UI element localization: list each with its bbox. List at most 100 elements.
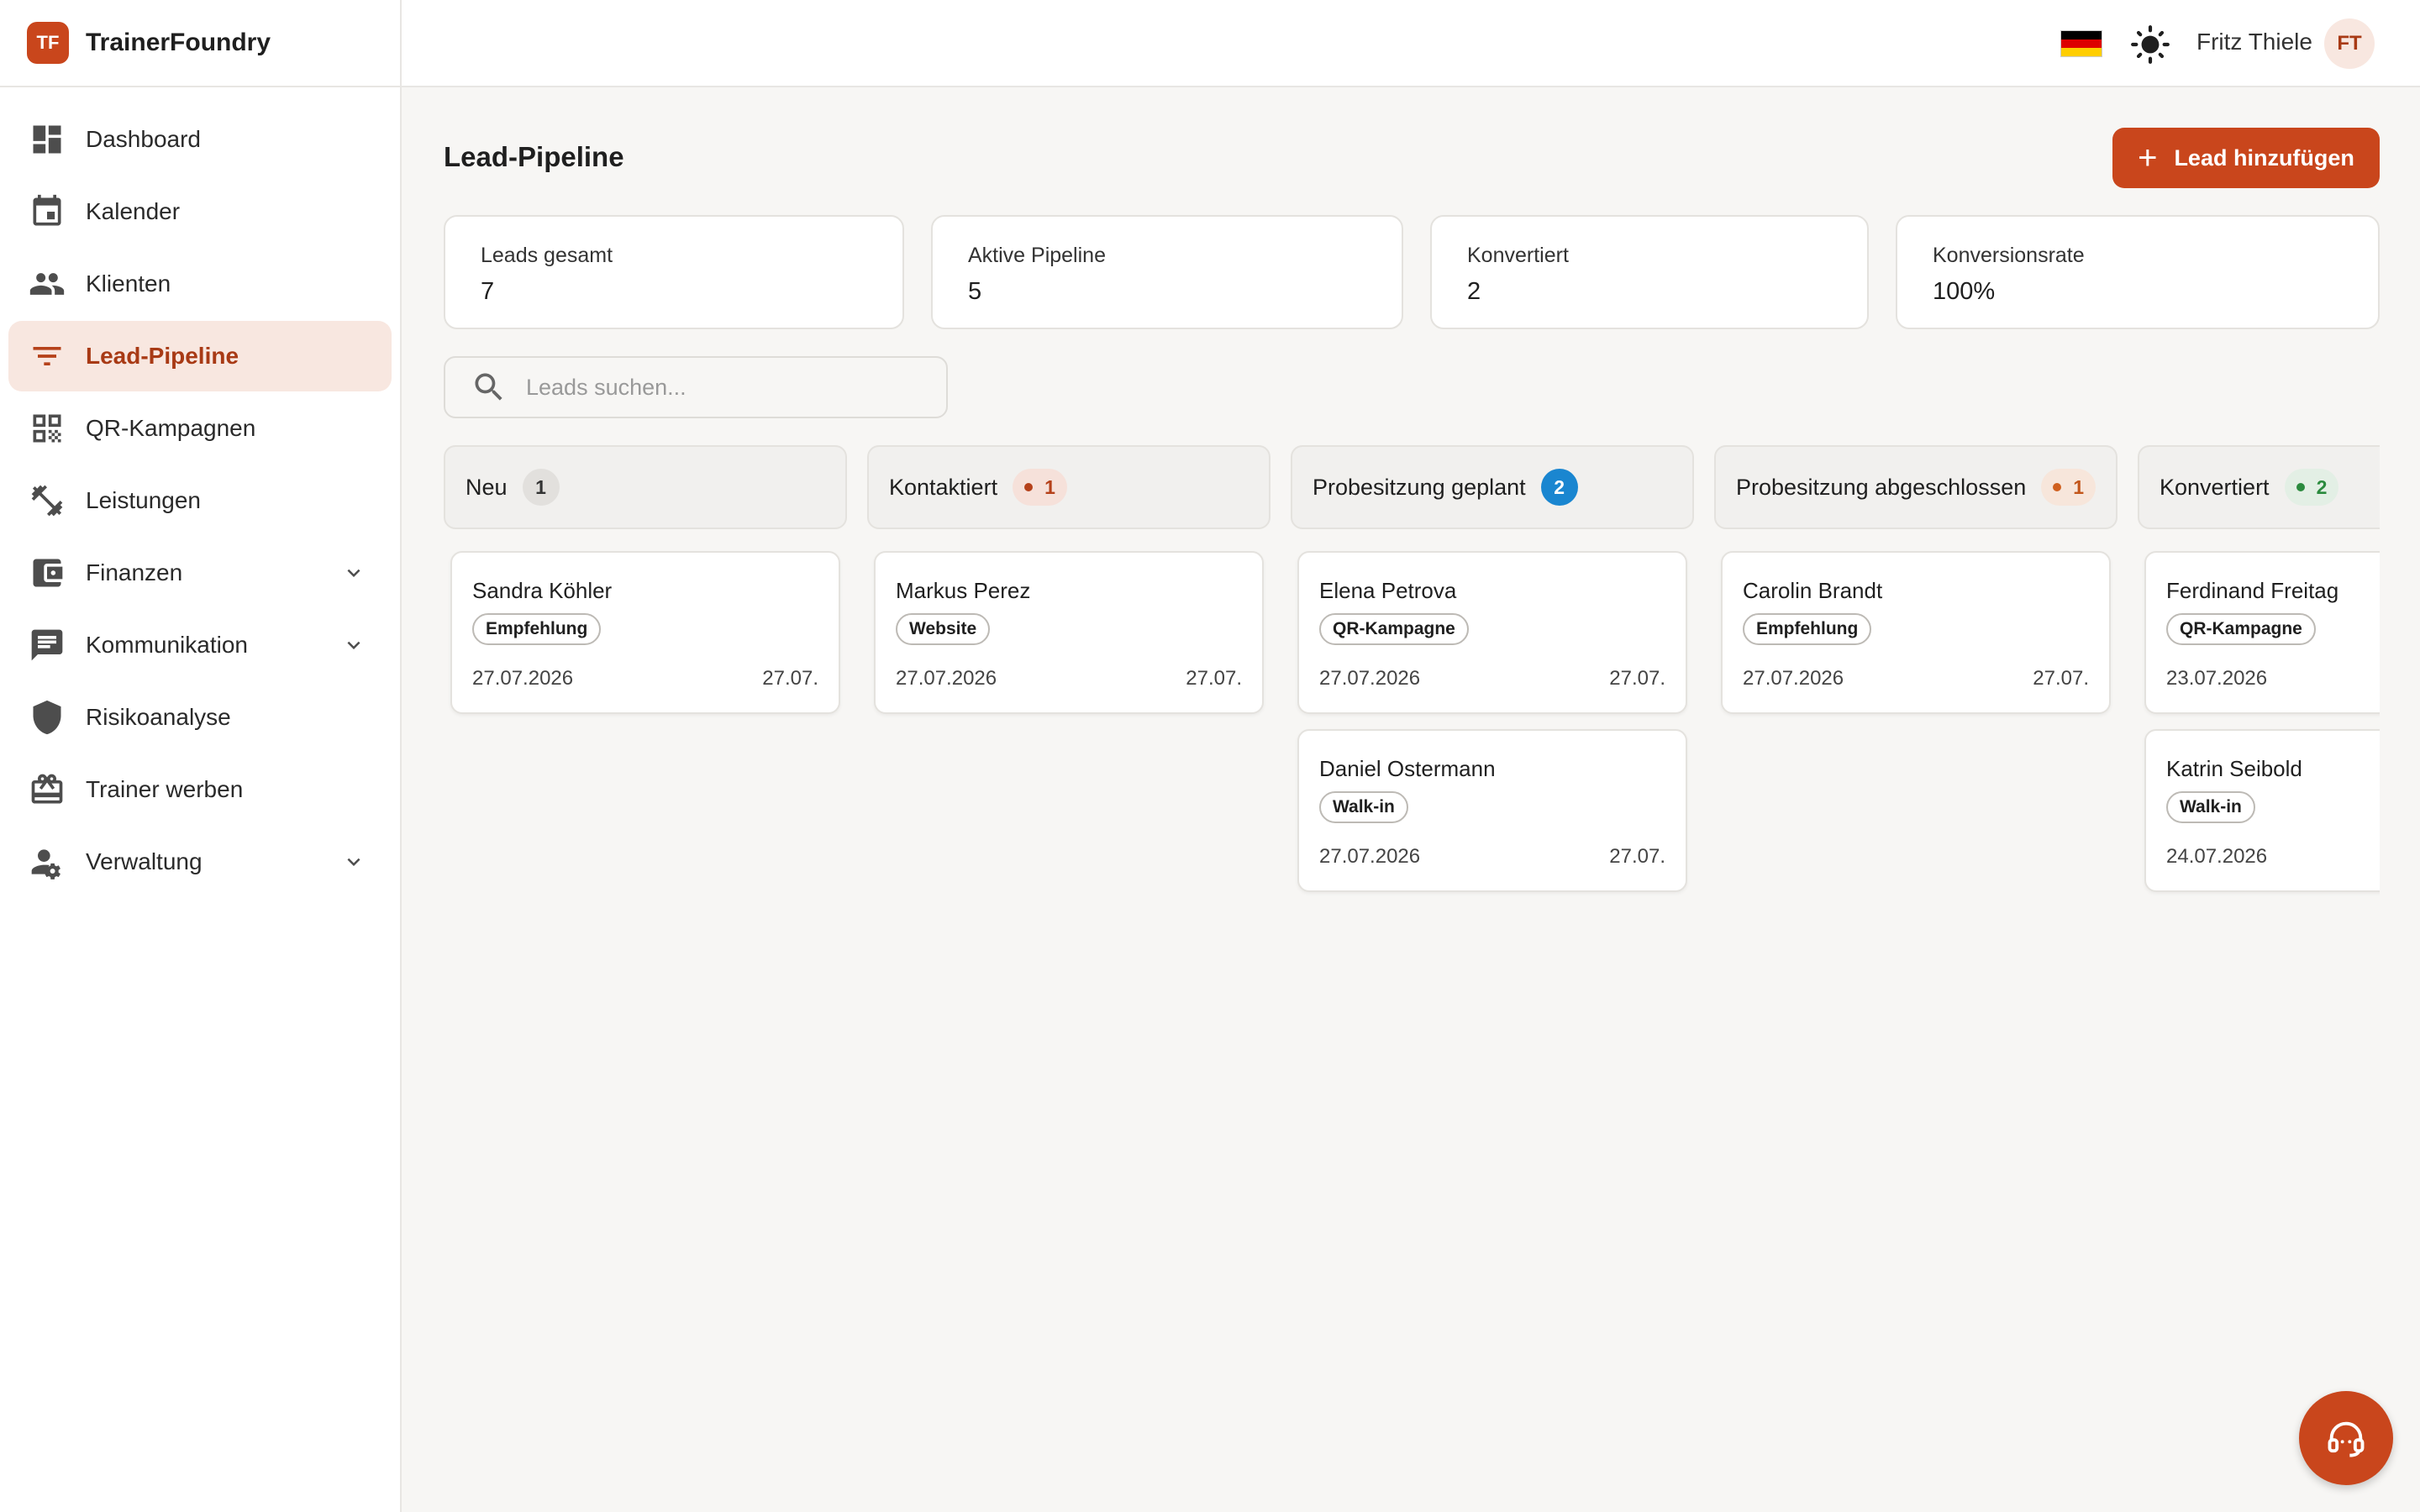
- count-badge: 1: [1013, 469, 1067, 506]
- lead-card[interactable]: Carolin Brandt Empfehlung 27.07.2026 27.…: [1721, 551, 2111, 714]
- count-value: 1: [535, 475, 546, 498]
- chevron-down-icon[interactable]: [341, 560, 366, 585]
- kanban-column-konvertiert: Konvertiert 2 Ferdinand Freitag QR-Kampa…: [2138, 445, 2380, 892]
- sidebar: TF TrainerFoundry Dashboard Kalender Kli…: [0, 0, 402, 1512]
- source-tag: Empfehlung: [1743, 613, 1872, 645]
- count-badge: 1: [522, 469, 560, 506]
- source-tag: Walk-in: [2166, 791, 2255, 823]
- sidebar-item-trainer-werben[interactable]: Trainer werben: [8, 754, 392, 825]
- count-badge: 1: [2041, 469, 2096, 506]
- avatar[interactable]: FT: [2324, 18, 2375, 69]
- stat-card-active: Aktive Pipeline 5: [931, 215, 1403, 329]
- lead-name: Daniel Ostermann: [1319, 756, 1496, 781]
- source-tag: QR-Kampagne: [2166, 613, 2316, 645]
- qr-code-icon: [29, 410, 66, 447]
- sidebar-item-verwaltung[interactable]: Verwaltung: [8, 827, 392, 897]
- search-icon: [475, 373, 502, 401]
- column-title: Probesitzung abgeschlossen: [1736, 474, 2027, 500]
- user-name[interactable]: Fritz Thiele: [2196, 29, 2312, 55]
- status-dot: [2053, 483, 2062, 491]
- lead-card[interactable]: Daniel Ostermann Walk-in 27.07.2026 27.0…: [1297, 729, 1687, 892]
- column-header: Probesitzung abgeschlossen 1: [1714, 445, 2118, 529]
- stat-value: 5: [968, 278, 982, 305]
- lead-name: Markus Perez: [896, 578, 1031, 603]
- lead-date: 27.07.2026: [896, 667, 997, 690]
- sidebar-item-klienten[interactable]: Klienten: [8, 249, 392, 319]
- stat-label: Konversionsrate: [1933, 244, 2085, 267]
- source-tag: QR-Kampagne: [1319, 613, 1469, 645]
- sun-icon[interactable]: [2129, 24, 2171, 66]
- lead-name: Elena Petrova: [1319, 578, 1457, 603]
- sidebar-item-label: Dashboard: [86, 126, 201, 152]
- lead-card[interactable]: Elena Petrova QR-Kampagne 27.07.2026 27.…: [1297, 551, 1687, 714]
- add-lead-label: Lead hinzufügen: [2174, 144, 2354, 171]
- sidebar-item-leistungen[interactable]: Leistungen: [8, 465, 392, 536]
- dashboard-icon: [29, 121, 66, 158]
- column-header: Konvertiert 2: [2138, 445, 2380, 529]
- stat-value: 2: [1467, 278, 1481, 305]
- page-title: Lead-Pipeline: [444, 141, 624, 172]
- lead-date-short: 27.07.: [1609, 845, 1665, 868]
- sidebar-item-label: Finanzen: [86, 559, 183, 585]
- sidebar-item-label: Lead-Pipeline: [86, 343, 239, 369]
- sidebar-item-risikoanalyse[interactable]: Risikoanalyse: [8, 682, 392, 753]
- stat-card-rate: Konversionsrate 100%: [1896, 215, 2380, 329]
- sidebar-item-label: Klienten: [86, 270, 171, 297]
- lead-date-short: 27.07.: [1186, 667, 1242, 690]
- top-bar: Fritz Thiele FT: [402, 0, 2420, 87]
- language-flag-icon[interactable]: [2060, 30, 2102, 57]
- add-lead-button[interactable]: + Lead hinzufügen: [2112, 128, 2380, 188]
- sidebar-item-label: Verwaltung: [86, 848, 203, 874]
- kanban-board: Neu 1 Sandra Köhler Empfehlung 27.07.202…: [444, 445, 2380, 916]
- filter-icon: [29, 338, 66, 375]
- count-value: 2: [2316, 475, 2328, 498]
- status-dot: [1024, 483, 1034, 491]
- lead-card[interactable]: Katrin Seibold Walk-in 24.07.2026: [2144, 729, 2380, 892]
- search-box[interactable]: [444, 356, 948, 418]
- column-header: Kontaktiert 1: [867, 445, 1270, 529]
- count-value: 2: [1554, 475, 1565, 498]
- sidebar-item-kalender[interactable]: Kalender: [8, 176, 392, 247]
- lead-date-short: 27.07.: [2033, 667, 2089, 690]
- sidebar-item-finanzen[interactable]: Finanzen: [8, 538, 392, 608]
- column-title: Probesitzung geplant: [1313, 474, 1526, 500]
- lead-card[interactable]: Ferdinand Freitag QR-Kampagne 23.07.2026: [2144, 551, 2380, 714]
- lead-card[interactable]: Sandra Köhler Empfehlung 27.07.2026 27.0…: [450, 551, 840, 714]
- source-tag: Website: [896, 613, 991, 645]
- sidebar-item-qr-kampagnen[interactable]: QR-Kampagnen: [8, 393, 392, 464]
- count-badge: 2: [2284, 469, 2339, 506]
- lead-card[interactable]: Markus Perez Website 27.07.2026 27.07.: [874, 551, 1264, 714]
- kanban-column-probesitzung-abgeschlossen: Probesitzung abgeschlossen 1 Carolin Bra…: [1714, 445, 2118, 714]
- column-header: Probesitzung geplant 2: [1291, 445, 1694, 529]
- chevron-down-icon[interactable]: [341, 849, 366, 874]
- column-title: Neu: [466, 474, 508, 500]
- sidebar-item-dashboard[interactable]: Dashboard: [8, 104, 392, 175]
- lead-date: 27.07.2026: [1319, 845, 1421, 868]
- kanban-column-probesitzung-geplant: Probesitzung geplant 2 Elena Petrova QR-…: [1291, 445, 1694, 892]
- dumbbell-icon: [29, 482, 66, 519]
- count-badge: 2: [1540, 469, 1578, 506]
- lead-date-short: 27.07.: [1609, 667, 1665, 690]
- people-icon: [29, 265, 66, 302]
- chevron-down-icon[interactable]: [341, 633, 366, 658]
- shield-icon: [29, 699, 66, 736]
- stat-value: 100%: [1933, 278, 1996, 305]
- sidebar-item-lead-pipeline[interactable]: Lead-Pipeline: [8, 321, 392, 391]
- search-input[interactable]: [526, 374, 929, 401]
- lead-name: Carolin Brandt: [1743, 578, 1883, 603]
- user-settings-icon: [29, 843, 66, 880]
- lead-name: Ferdinand Freitag: [2166, 578, 2339, 603]
- column-title: Kontaktiert: [889, 474, 998, 500]
- lead-date: 27.07.2026: [1743, 667, 1844, 690]
- count-value: 1: [2073, 475, 2085, 498]
- plus-icon: +: [2138, 139, 2158, 176]
- lead-date: 27.07.2026: [472, 667, 574, 690]
- chat-icon: [29, 627, 66, 664]
- source-tag: Empfehlung: [472, 613, 602, 645]
- support-button[interactable]: [2299, 1391, 2393, 1485]
- sidebar-item-label: Leistungen: [86, 487, 202, 513]
- brand[interactable]: TF TrainerFoundry: [0, 0, 400, 87]
- gift-icon: [29, 771, 66, 808]
- stat-card-converted: Konvertiert 2: [1430, 215, 1869, 329]
- sidebar-item-kommunikation[interactable]: Kommunikation: [8, 610, 392, 680]
